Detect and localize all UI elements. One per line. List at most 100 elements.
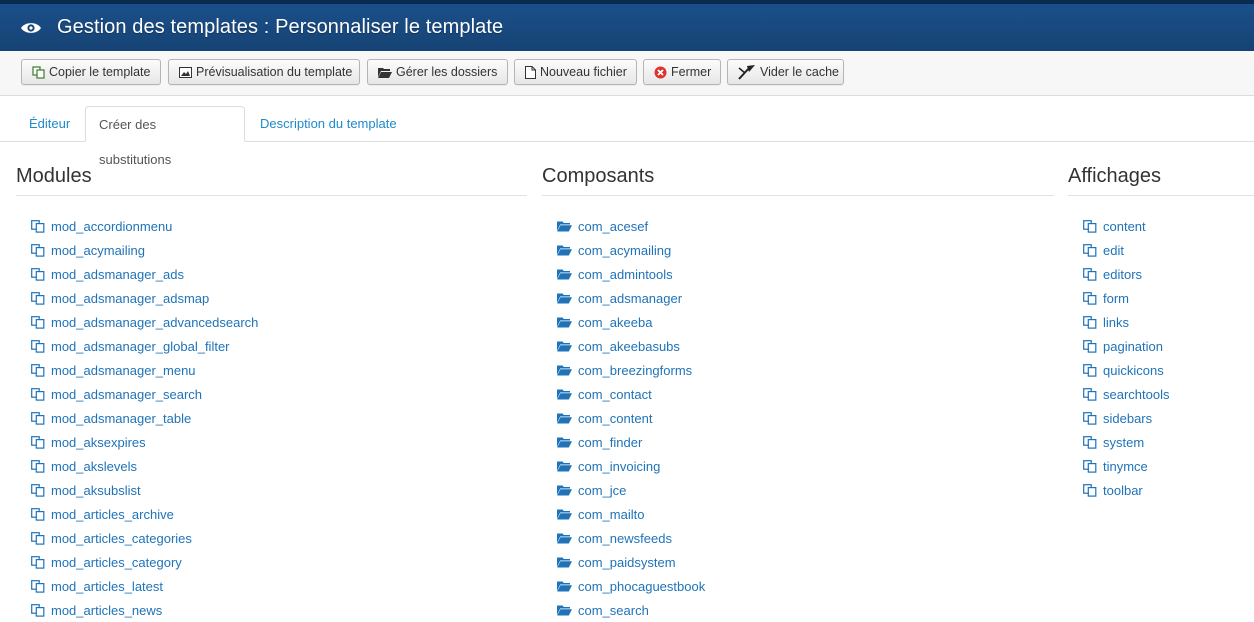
module-item[interactable]: mod_articles_category <box>31 550 527 574</box>
layout-item-label: content <box>1103 218 1146 234</box>
image-icon <box>179 66 192 78</box>
module-item-label: mod_adsmanager_global_filter <box>51 338 230 354</box>
module-item[interactable]: mod_articles_latest <box>31 574 527 598</box>
layout-item[interactable]: toolbar <box>1083 478 1254 502</box>
tab-editor[interactable]: Éditeur <box>16 106 83 142</box>
module-item[interactable]: mod_acymailing <box>31 238 527 262</box>
manage-folders-button[interactable]: Gérer les dossiers <box>367 59 508 85</box>
module-item[interactable]: mod_aksexpires <box>31 430 527 454</box>
component-item[interactable]: com_contact <box>557 382 1054 406</box>
component-item[interactable]: com_jce <box>557 478 1054 502</box>
tab-description[interactable]: Description du template <box>247 106 410 142</box>
page-title: Gestion des templates : Personnaliser le… <box>57 16 504 38</box>
module-item-label: mod_acymailing <box>51 242 145 258</box>
copy-template-button[interactable]: Copier le template <box>21 59 161 85</box>
layout-item[interactable]: sidebars <box>1083 406 1254 430</box>
module-item[interactable]: mod_adsmanager_global_filter <box>31 334 527 358</box>
close-button[interactable]: Fermer <box>643 59 721 85</box>
layout-item[interactable]: form <box>1083 286 1254 310</box>
component-item[interactable]: com_search <box>557 598 1054 622</box>
module-item[interactable]: mod_articles_news <box>31 598 527 622</box>
layout-item[interactable]: quickicons <box>1083 358 1254 382</box>
layout-item-label: system <box>1103 434 1145 450</box>
toolbar: Copier le template Prévisualisation du t… <box>0 51 1254 96</box>
clear-cache-label: Vider le cache <box>760 65 839 79</box>
layout-item[interactable]: searchtools <box>1083 382 1254 406</box>
module-item-label: mod_articles_archive <box>51 506 174 522</box>
module-item[interactable]: mod_adsmanager_advancedsearch <box>31 310 527 334</box>
layout-item[interactable]: links <box>1083 310 1254 334</box>
components-list: com_acesef com_acymailing com_admintoolsco… <box>542 214 1054 622</box>
layout-item-label: tinymce <box>1103 458 1148 474</box>
component-item-label: com_breezingforms <box>578 362 693 378</box>
component-item[interactable]: com_mailto <box>557 502 1054 526</box>
module-item[interactable]: mod_accordionmenu <box>31 214 527 238</box>
folder-icon <box>557 484 578 496</box>
component-item[interactable]: com_akeeba <box>557 310 1054 334</box>
component-item[interactable]: com_content <box>557 406 1054 430</box>
layouts-column: Affichages content edit editors form links pa… <box>1068 160 1254 502</box>
module-item[interactable]: mod_articles_categories <box>31 526 527 550</box>
module-item[interactable]: mod_akslevels <box>31 454 527 478</box>
module-item[interactable]: mod_adsmanager_search <box>31 382 527 406</box>
component-item[interactable]: com_paidsystem <box>557 550 1054 574</box>
clear-cache-button[interactable]: Vider le cache <box>727 59 844 85</box>
component-item[interactable]: com_newsfeeds <box>557 526 1054 550</box>
component-item[interactable]: com_finder <box>557 430 1054 454</box>
module-item[interactable]: mod_adsmanager_ads <box>31 262 527 286</box>
component-item[interactable]: com_admintools <box>557 262 1054 286</box>
component-item-label: com_akeeba <box>578 314 653 330</box>
module-item[interactable]: mod_adsmanager_table <box>31 406 527 430</box>
copy-icon <box>32 65 45 79</box>
layout-item-label: pagination <box>1103 338 1163 354</box>
tab-overrides[interactable]: Créer des substitutions <box>85 106 245 167</box>
layout-item-label: editors <box>1103 266 1143 282</box>
component-item-label: com_adsmanager <box>578 290 683 306</box>
component-item[interactable]: com_acesef <box>557 214 1054 238</box>
layout-item[interactable]: pagination <box>1083 334 1254 358</box>
modules-heading: Modules <box>16 160 527 196</box>
preview-template-button[interactable]: Prévisualisation du template <box>168 59 360 85</box>
module-item-label: mod_aksexpires <box>51 434 146 450</box>
component-item[interactable]: com_breezingforms <box>557 358 1054 382</box>
layout-item[interactable]: system <box>1083 430 1254 454</box>
copy-icon <box>31 387 51 401</box>
component-item-label: com_newsfeeds <box>578 530 672 546</box>
module-item-label: mod_articles_news <box>51 602 163 618</box>
layout-item-label: sidebars <box>1103 410 1153 426</box>
copy-icon <box>1083 459 1103 473</box>
component-item[interactable]: com_invoicing <box>557 454 1054 478</box>
component-item-label: com_mailto <box>578 506 645 522</box>
folder-icon <box>557 532 578 544</box>
folder-icon <box>557 244 578 256</box>
layout-item-label: quickicons <box>1103 362 1164 378</box>
component-item[interactable]: com_phocaguestbook <box>557 574 1054 598</box>
layout-item[interactable]: content <box>1083 214 1254 238</box>
copy-icon <box>31 507 51 521</box>
copy-icon <box>31 243 51 257</box>
folder-icon <box>557 220 578 232</box>
layout-item[interactable]: edit <box>1083 238 1254 262</box>
copy-icon <box>1083 339 1103 353</box>
layout-item[interactable]: tinymce <box>1083 454 1254 478</box>
module-item[interactable]: mod_aksubslist <box>31 478 527 502</box>
component-item[interactable]: com_akeebasubs <box>557 334 1054 358</box>
module-item[interactable]: mod_adsmanager_menu <box>31 358 527 382</box>
component-item[interactable]: com_adsmanager <box>557 286 1054 310</box>
layout-item[interactable]: editors <box>1083 262 1254 286</box>
module-item[interactable]: mod_adsmanager_adsmap <box>31 286 527 310</box>
folder-icon <box>557 388 578 400</box>
preview-template-label: Prévisualisation du template <box>196 65 353 79</box>
new-file-button[interactable]: Nouveau fichier <box>514 59 637 85</box>
module-item-label: mod_adsmanager_advancedsearch <box>51 314 259 330</box>
copy-icon <box>31 483 51 497</box>
component-item-label: com_phocaguestbook <box>578 578 706 594</box>
folder-icon <box>557 412 578 424</box>
copy-icon <box>1083 291 1103 305</box>
folder-icon <box>557 580 578 592</box>
copy-icon <box>31 555 51 569</box>
module-item-label: mod_adsmanager_table <box>51 410 192 426</box>
module-item[interactable]: mod_articles_archive <box>31 502 527 526</box>
component-item[interactable]: com_acymailing <box>557 238 1054 262</box>
layouts-heading: Affichages <box>1068 160 1254 196</box>
